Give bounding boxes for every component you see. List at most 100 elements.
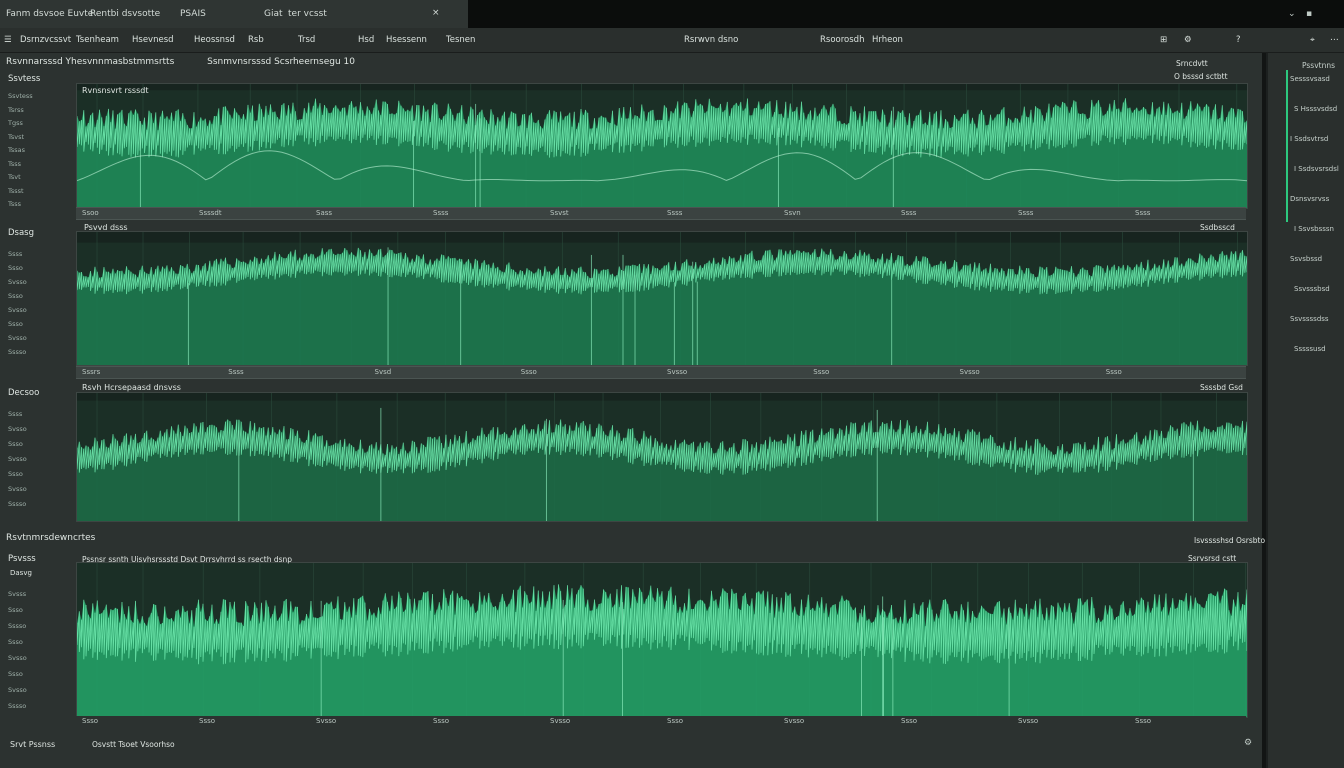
strip-label: Ssss	[1135, 209, 1151, 217]
panel4-plot	[76, 562, 1248, 718]
panel2-plot	[76, 231, 1248, 366]
section4-title: Rsvtnmrsdewncrtes	[6, 533, 96, 543]
toolbar: ☰ Dsrnzvcssvt Tsenheam Hsevnesd Heossnsd…	[0, 28, 1344, 53]
right-panel-item[interactable]: Ssvsbssd	[1290, 255, 1322, 263]
menu-11[interactable]: Rsoorosdh	[820, 35, 864, 45]
menu-5[interactable]: Rsb	[248, 35, 264, 45]
tab-1[interactable]: Fanm dsvsoe Euvte	[6, 9, 93, 19]
menu-icon[interactable]: ☰	[4, 35, 12, 45]
y-tick-label: Ssss	[8, 250, 23, 258]
pin-icon[interactable]: ⌖	[1310, 35, 1315, 45]
panel4-title: Pssnsr ssnth Uisvhsrssstd Dsvt Drrsvhrrd…	[82, 555, 293, 564]
tab-4[interactable]: Giat	[264, 9, 283, 19]
footer-mid: Osvstt Tsoet Vsoorhso	[92, 740, 175, 749]
strip-label: Ssso	[82, 717, 99, 725]
y-tick-label: Svsso	[8, 455, 27, 463]
strip-label: Ssss	[667, 209, 683, 217]
y-tick-label: Svsss	[8, 590, 27, 598]
panel1-scroll-strip[interactable]: Ssoo Ssssdt Sass Ssss Ssvst Ssss Ssvn Ssss Ssss S…	[76, 207, 1246, 220]
minimize-icon[interactable]: ⌄	[1288, 9, 1296, 19]
y-tick-label: Svsso	[8, 278, 27, 286]
panel1-title: Rvnsnsvrt rsssdt	[82, 86, 149, 95]
y-tick-label: Svsso	[8, 654, 27, 662]
plot-band	[77, 232, 1247, 243]
menu-7[interactable]: Hsd	[358, 35, 374, 45]
strip-label: Svsso	[784, 717, 805, 725]
strip-label: Ssso	[1135, 717, 1152, 725]
panel4-side-label: Dasvg	[10, 569, 32, 577]
plot-band	[77, 84, 1247, 91]
right-panel-item[interactable]: S Hsssvsdsd	[1294, 105, 1337, 113]
menu-8[interactable]: Hsessenn	[386, 35, 427, 45]
tab-3[interactable]: PSAIS	[180, 9, 206, 19]
right-panel-item[interactable]: I Ssvsbsssn	[1294, 225, 1334, 233]
tab-2[interactable]: Rentbi dsvsotte	[90, 9, 160, 19]
right-panel-item[interactable]: I Ssdsvsrsdsl	[1294, 165, 1339, 173]
panel2-side-label: Dsasg	[8, 228, 35, 238]
panel1-side-label: Ssvtess	[8, 74, 41, 84]
y-tick-label: Tssst	[8, 186, 24, 195]
strip-label: Ssso	[199, 717, 216, 725]
menu-9[interactable]: Tesnen	[446, 35, 475, 45]
strip-label: Ssss	[1018, 209, 1034, 217]
panel1-plot	[76, 83, 1248, 209]
strip-label: Ssssdt	[199, 209, 222, 217]
right-panel-accent	[1286, 70, 1288, 222]
y-tick-label: Svsso	[8, 686, 27, 694]
panel1-waveform	[77, 84, 1247, 208]
panel4-waveform	[77, 563, 1247, 717]
y-tick-label: Ssso	[8, 670, 23, 678]
right-panel-item[interactable]: I Ssdsvtrsd	[1290, 135, 1328, 143]
tab-strip: Fanm dsvsoe Euvte Rentbi dsvsotte PSAIS …	[0, 0, 468, 29]
y-tick-label: Sssso	[8, 348, 27, 356]
right-panel-title: Pssvtnns	[1302, 61, 1335, 70]
strip-label: Svsso	[550, 717, 571, 725]
y-tick-label: Svsso	[8, 425, 27, 433]
panel2-scroll-strip[interactable]: Sssrs Ssss Svsd Ssso Svsso Ssso Svsso Ssso	[76, 366, 1246, 379]
settings-icon[interactable]: ⚙	[1184, 35, 1192, 45]
strip-label: Ssso	[901, 717, 918, 725]
menu-12[interactable]: Hrheon	[872, 35, 903, 45]
strip-label: Ssss	[901, 209, 917, 217]
y-tick-label: Tsvst	[8, 132, 25, 141]
strip-label: Svsso	[959, 368, 980, 376]
right-panel-item[interactable]: Dsnsvsrvss	[1290, 195, 1329, 203]
panel3-side-label: Decsoo	[8, 388, 40, 398]
menu-4[interactable]: Heossnsd	[194, 35, 235, 45]
right-panel-item[interactable]: Ssvssssdss	[1290, 315, 1329, 323]
y-tick-label: Ssso	[8, 440, 23, 448]
y-tick-label: Sssso	[8, 622, 27, 630]
settings-icon[interactable]: ⚙	[1244, 738, 1252, 748]
more-icon[interactable]: ⋯	[1330, 35, 1339, 45]
right-panel-item[interactable]: Ssvsssbsd	[1294, 285, 1330, 293]
y-tick-label: Ssvtess	[8, 92, 33, 100]
menu-10[interactable]: Rsrwvn dsno	[684, 35, 738, 45]
strip-label: Svsso	[316, 717, 337, 725]
strip-label: Ssss	[433, 209, 449, 217]
grid-icon[interactable]: ⊞	[1160, 35, 1167, 45]
menu-6[interactable]: Trsd	[298, 35, 315, 45]
menu-2[interactable]: Tsenheam	[76, 35, 119, 45]
help-icon[interactable]: ?	[1236, 35, 1241, 45]
maximize-icon[interactable]: ▪	[1306, 9, 1312, 19]
strip-label: Sssrs	[82, 368, 101, 376]
y-tick-label: Svsso	[8, 306, 27, 314]
plot-band	[77, 393, 1247, 401]
panel4-scroll-strip[interactable]: Ssso Ssso Svsso Ssso Svsso Ssso Svsso Ssso Svsso…	[76, 716, 1246, 727]
right-panel-item[interactable]: Sesssvsasd	[1290, 75, 1330, 83]
strip-label: Ssoo	[82, 209, 99, 217]
y-tick-label: Ssso	[8, 320, 23, 328]
y-tick-label: Tgss	[8, 119, 23, 127]
strip-label: Svsso	[1018, 717, 1039, 725]
y-tick-label: Ssss	[8, 410, 23, 418]
panel3-plot	[76, 392, 1248, 522]
strip-label: Ssvn	[784, 209, 801, 217]
right-panel-item[interactable]: Sssssusd	[1294, 345, 1326, 353]
tab-5[interactable]: ter vcsst	[288, 9, 327, 19]
strip-label: Ssso	[813, 368, 830, 376]
y-tick-label: Tssas	[8, 146, 26, 154]
close-icon[interactable]: ×	[432, 8, 440, 18]
strip-label: Ssvst	[550, 209, 569, 217]
menu-1[interactable]: Dsrnzvcssvt	[20, 35, 71, 45]
menu-3[interactable]: Hsevnesd	[132, 35, 174, 45]
